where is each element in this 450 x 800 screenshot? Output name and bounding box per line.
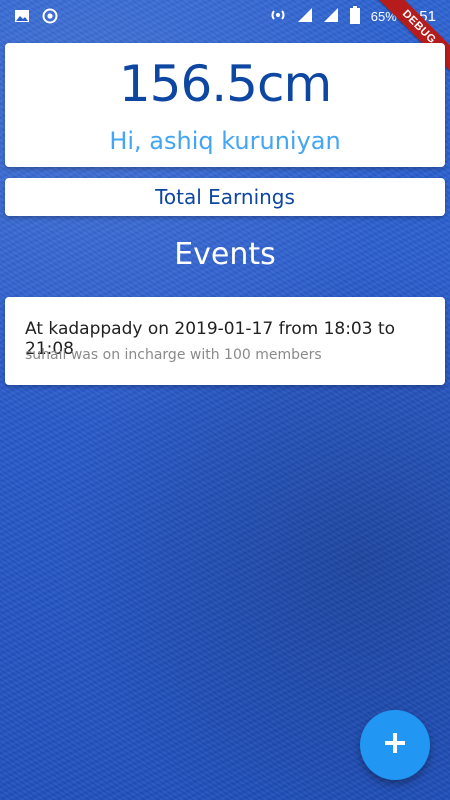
status-bar: 65% 3:51 DEBUG [0, 0, 450, 87]
signal-icon [297, 7, 313, 26]
total-earnings-button[interactable]: Total Earnings [5, 178, 445, 216]
record-icon [42, 8, 58, 27]
image-icon [14, 8, 30, 27]
height-value: 156.5cm [118, 55, 332, 113]
hotspot-icon [269, 6, 287, 27]
add-event-button[interactable] [360, 710, 430, 780]
greeting-text: Hi, ashiq kuruniyan [109, 127, 341, 155]
plus-icon [382, 730, 408, 761]
battery-icon [349, 6, 361, 27]
events-heading: Events [174, 237, 276, 272]
status-left [14, 8, 58, 27]
app-screen: 65% 3:51 DEBUG 156.5cm Hi, ashiq kuruniy… [0, 0, 450, 800]
event-subtitle: suhail was on incharge with 100 members [25, 347, 322, 363]
event-card[interactable]: At kadappady on 2019-01-17 from 18:03 to… [5, 297, 445, 385]
profile-card: 156.5cm Hi, ashiq kuruniyan [5, 43, 445, 167]
signal-icon [323, 7, 339, 26]
